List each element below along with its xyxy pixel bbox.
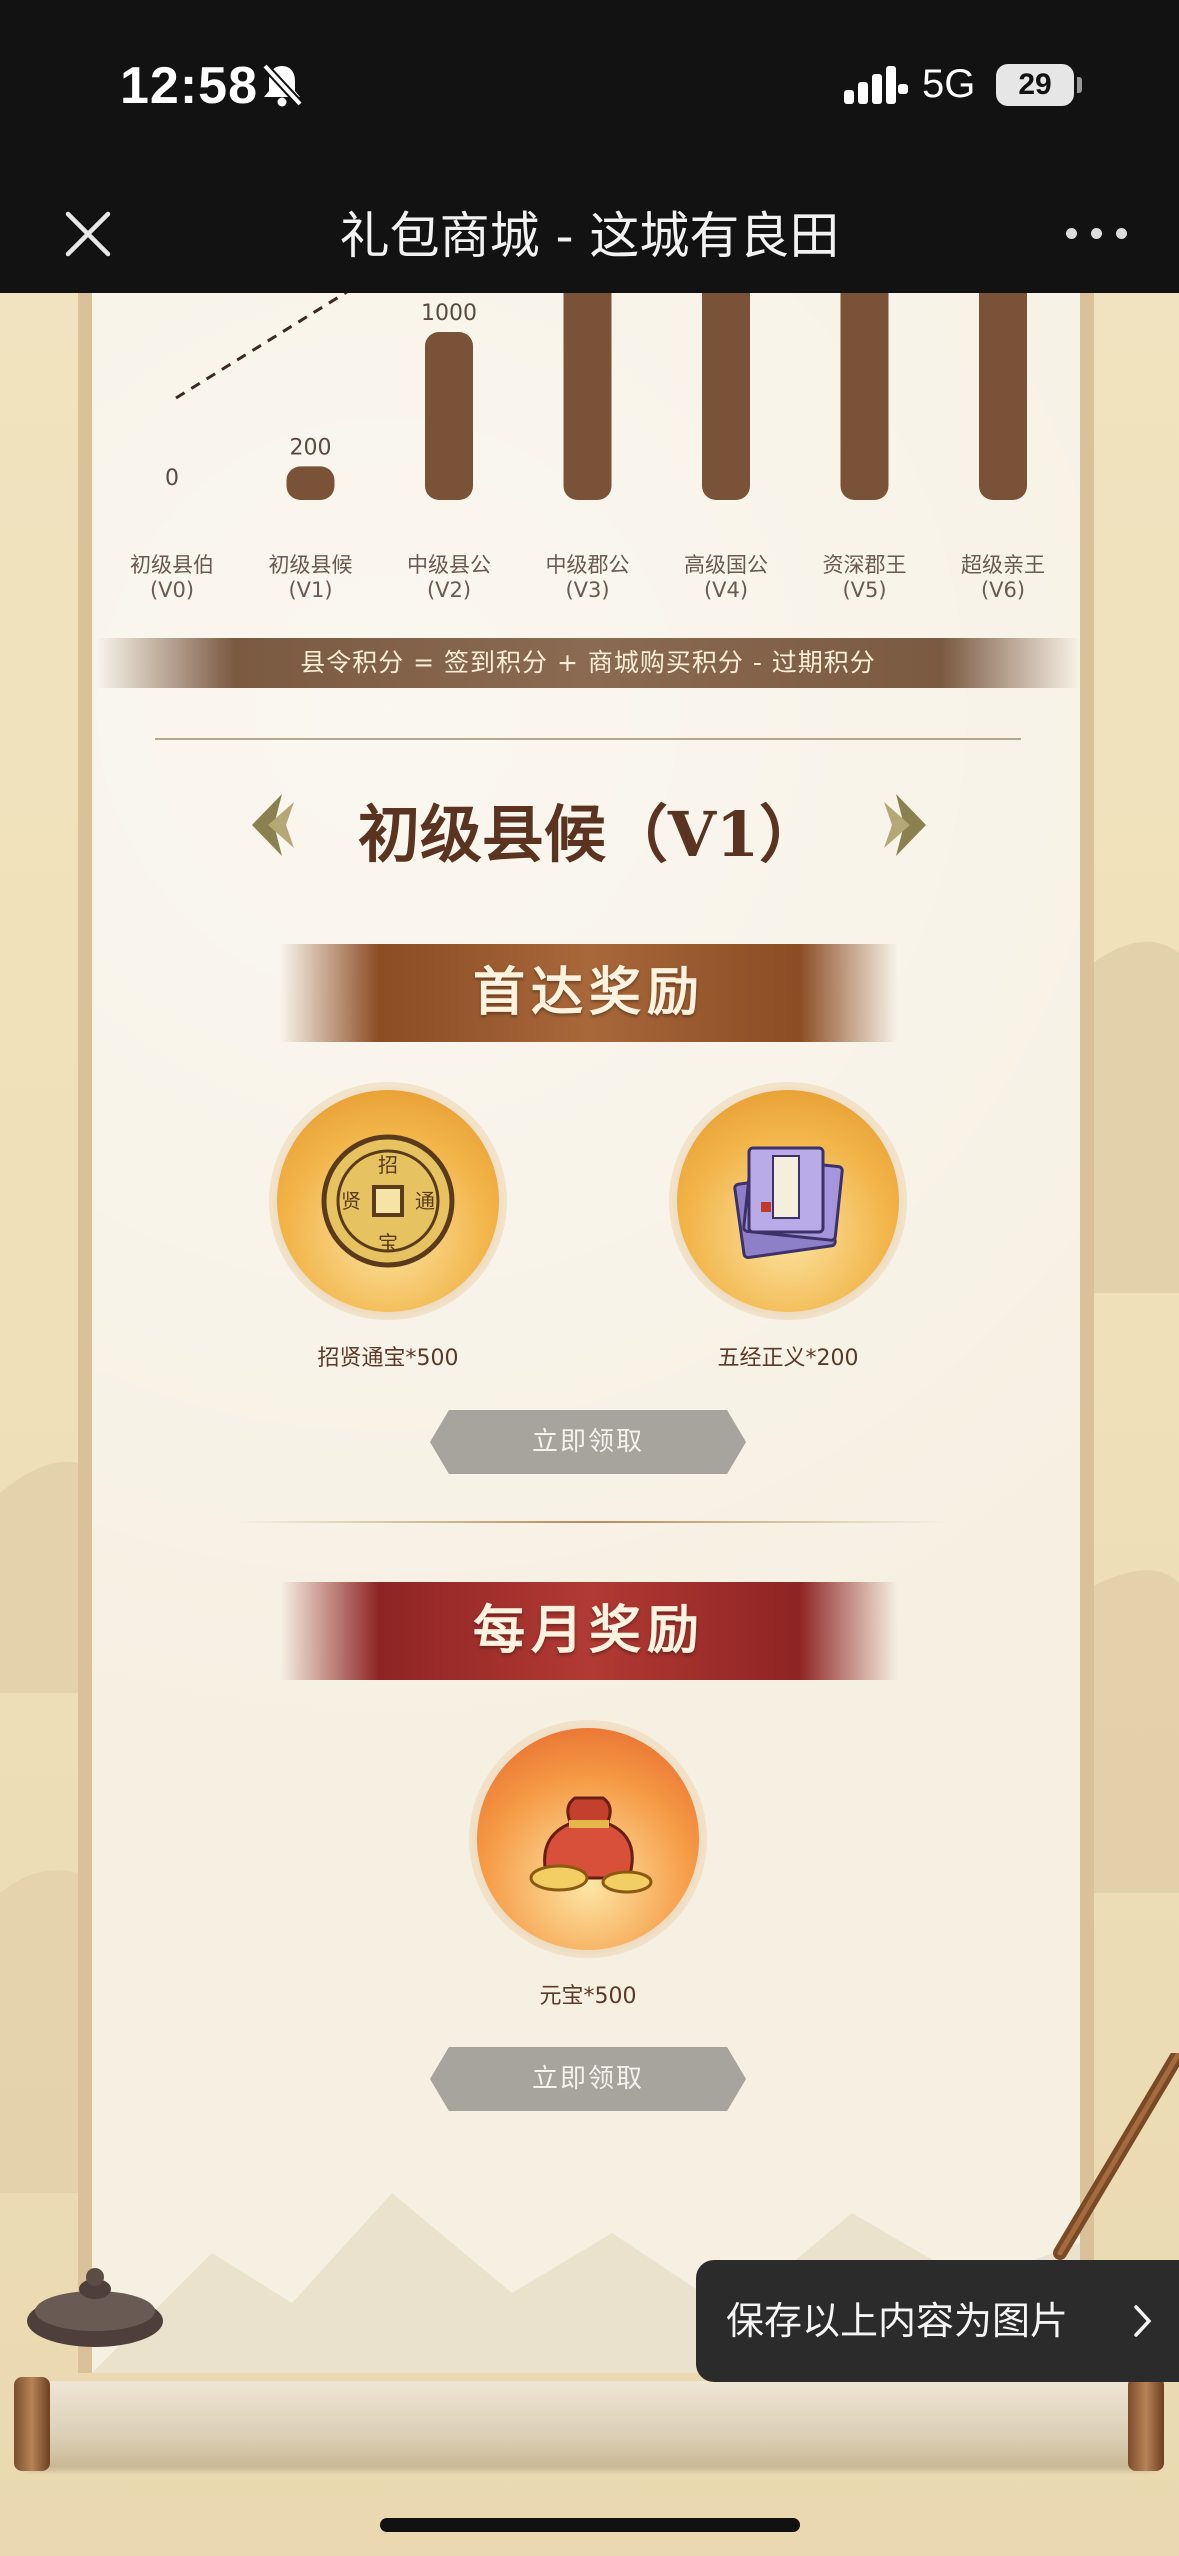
first-reward-banner: 首达奖励 [280, 944, 898, 1042]
chart-bar [840, 293, 889, 500]
divider [236, 1521, 946, 1523]
svg-text:宝: 宝 [378, 1231, 398, 1255]
coin-icon: 招 宝 贤 通 [321, 1134, 455, 1268]
svg-text:通: 通 [415, 1189, 435, 1213]
battery-indicator: 29 [996, 64, 1074, 106]
chart-bar [563, 293, 612, 500]
score-formula: 县令积分 = 签到积分 + 商城购买积分 - 过期积分 [96, 638, 1080, 688]
battery-tip [1077, 77, 1082, 93]
level-chart: 0 200 1000 初级县伯(V0) 初级县候(V1) 中级县公(V2) 中级郡公(V3… [130, 293, 1045, 602]
reward-label: 招贤通宝*500 [317, 1346, 459, 1371]
reward-circle: 招 宝 贤 通 [277, 1090, 499, 1312]
chart-value-label: 0 [165, 466, 179, 491]
chart-trend-line [175, 293, 349, 400]
more-options-icon[interactable] [1062, 216, 1132, 252]
chart-bar [979, 293, 1027, 500]
books-icon [733, 1146, 844, 1260]
chart-category-label: 中级郡公 [546, 553, 630, 577]
svg-text:招: 招 [378, 1153, 398, 1177]
save-as-image-button[interactable]: 保存以上内容为图片 [696, 2260, 1179, 2382]
level-title: 初级县候（V1） [357, 798, 822, 871]
title-bar: 礼包商城 - 这城有良田 [0, 176, 1179, 293]
chart-level-code-label: (V5) [842, 578, 886, 602]
reward-circle [677, 1090, 899, 1312]
ingot-bag-icon [529, 1796, 653, 1894]
claim-first-reward-button[interactable]: 立即领取 [430, 1410, 746, 1474]
next-level-arrow-icon[interactable] [880, 790, 940, 860]
reward-item: 元宝*500 [458, 1728, 718, 2010]
reward-circle [477, 1728, 699, 1950]
chart-category-label: 初级县伯 [130, 553, 214, 577]
reward-item: 招 宝 贤 通 招贤通宝*500 [258, 1090, 518, 1372]
chart-level-code-label: (V3) [565, 578, 609, 602]
svg-text:贤: 贤 [341, 1189, 361, 1213]
brush-icon [1053, 2053, 1179, 2260]
chart-category-label: 资深郡王 [823, 553, 907, 577]
scroll-rod [20, 2381, 1160, 2467]
chart-level-code-label: (V2) [427, 578, 471, 602]
reward-label: 五经正义*200 [717, 1346, 859, 1371]
inkstone-icon [27, 2268, 163, 2347]
chart-level-code-label: (V4) [704, 578, 748, 602]
status-bar: 12:58 5G 29 [0, 0, 1179, 176]
chart-level-code-label: (V0) [150, 578, 194, 602]
save-as-image-label: 保存以上内容为图片 [726, 2299, 1069, 2343]
status-time: 12:58 [120, 57, 258, 115]
chart-category-label: 超级亲王 [961, 553, 1045, 577]
chart-category-label: 高级国公 [684, 553, 768, 577]
reward-label: 元宝*500 [539, 1984, 637, 2009]
monthly-reward-banner: 每月奖励 [280, 1582, 898, 1680]
scroll-rod-cap-left [14, 2377, 50, 2471]
bell-muted-icon [262, 63, 303, 107]
chart-category-label: 中级县公 [407, 553, 491, 577]
page-title: 礼包商城 - 这城有良田 [339, 207, 840, 265]
reward-item: 五经正义*200 [658, 1090, 918, 1372]
chart-level-code-label: (V1) [288, 578, 332, 602]
network-label: 5G [922, 62, 976, 106]
chart-bar [286, 466, 335, 500]
divider [155, 738, 1021, 740]
chart-value-label: 200 [290, 435, 332, 460]
chart-value-label: 1000 [421, 301, 477, 326]
chart-bar [425, 332, 473, 500]
chart-category-label: 初级县候 [269, 553, 353, 577]
chart-bar [702, 293, 750, 500]
chart-level-code-label: (V6) [981, 578, 1025, 602]
home-indicator[interactable] [380, 2518, 800, 2532]
chevron-right-icon [1134, 2305, 1152, 2337]
signal-icon [844, 66, 908, 104]
claim-monthly-reward-button[interactable]: 立即领取 [430, 2047, 746, 2111]
scroll-rod-cap-right [1128, 2377, 1164, 2471]
